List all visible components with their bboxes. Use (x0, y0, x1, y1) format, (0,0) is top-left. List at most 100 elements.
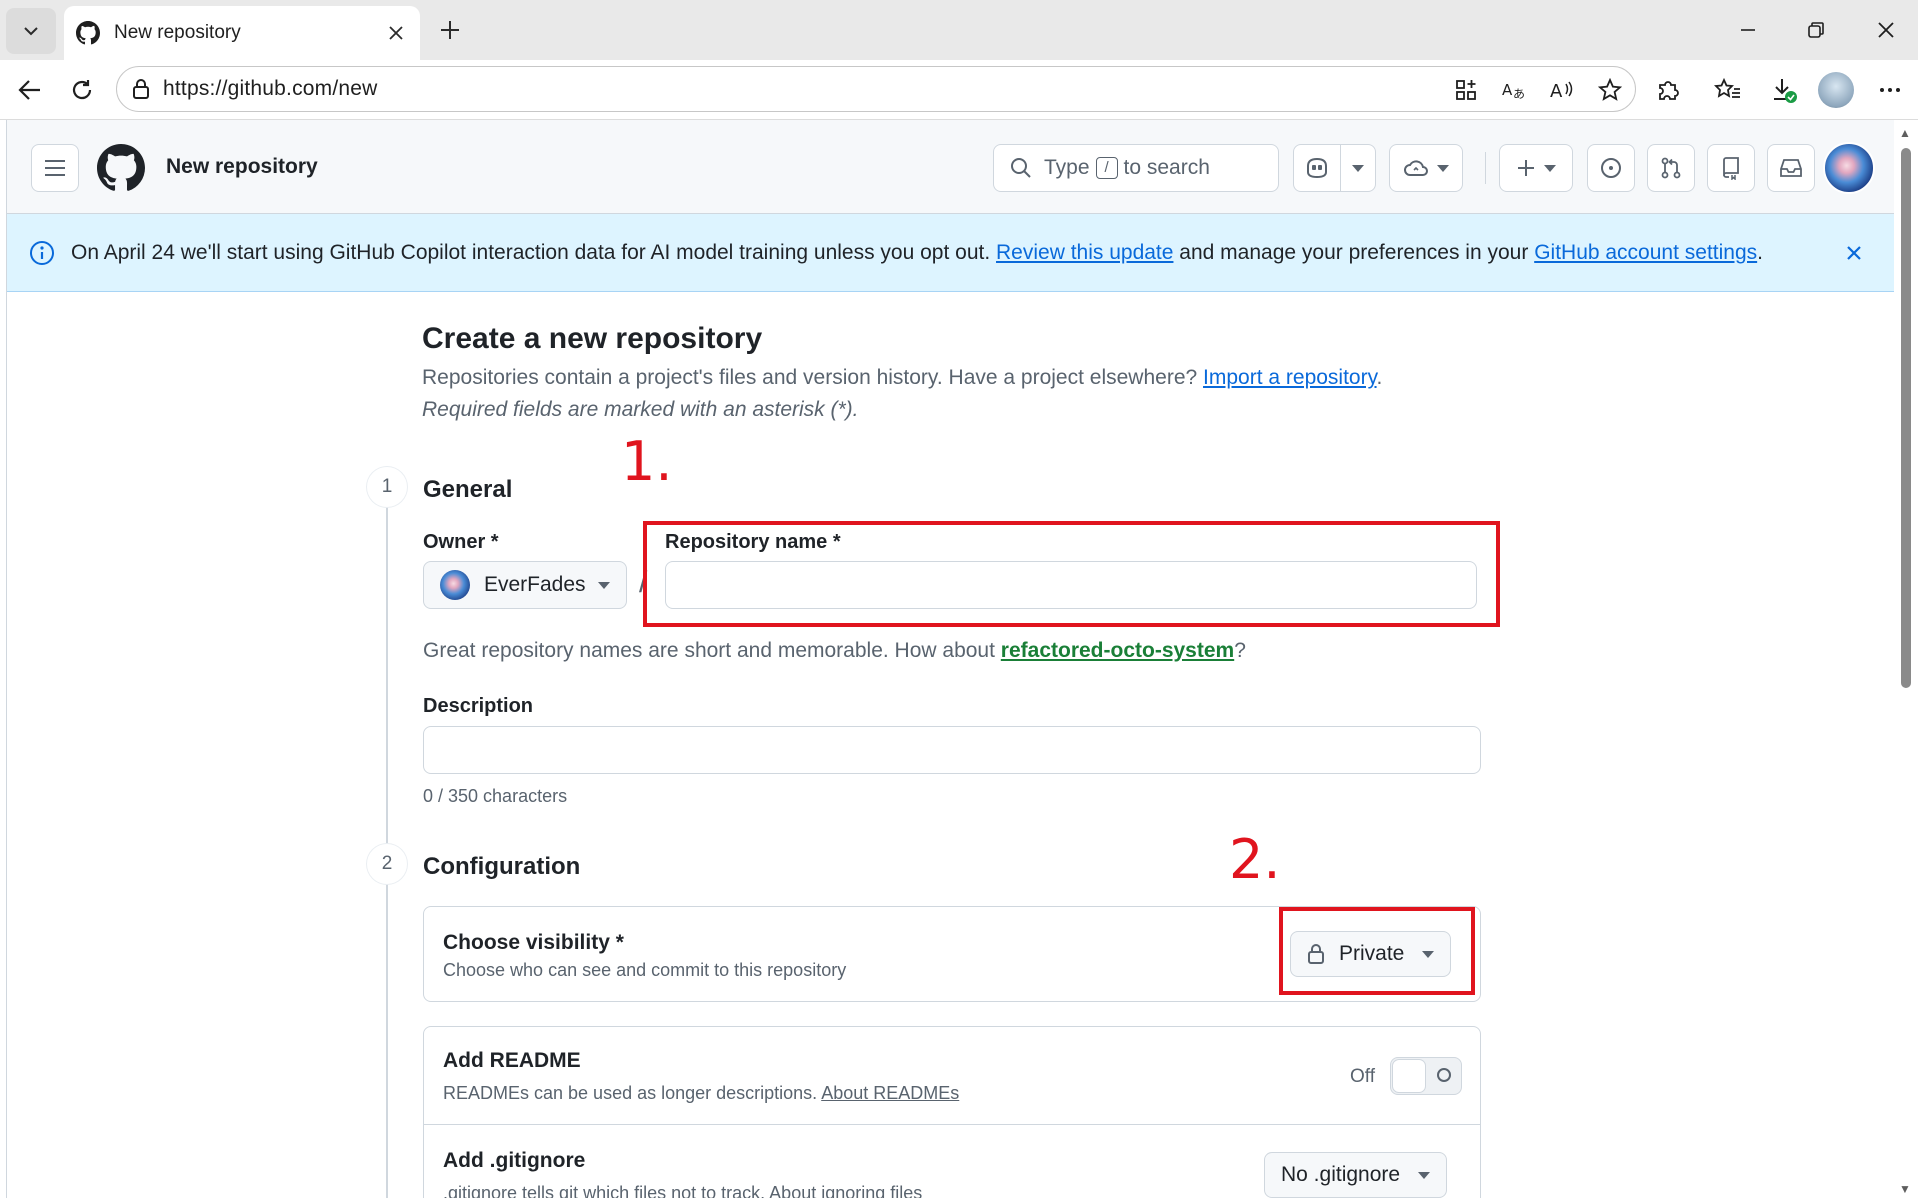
caret-down-icon (1437, 164, 1449, 172)
svg-text:A: A (1502, 81, 1513, 99)
options-panel: Add README READMEs can be used as longer… (423, 1026, 1481, 1198)
translate-icon[interactable]: Aあ (1497, 73, 1531, 107)
cloud-icon (1404, 160, 1428, 176)
scroll-down-arrow-icon[interactable]: ▼ (1899, 1182, 1911, 1196)
browser-tabstrip: New repository (0, 0, 1918, 60)
read-aloud-icon[interactable]: A (1545, 73, 1579, 107)
annotation-step-1: 1. (621, 430, 673, 493)
gitignore-select[interactable]: No .gitignore (1264, 1152, 1448, 1198)
annotation-step-2: 2. (1229, 828, 1281, 891)
readme-description: READMEs can be used as longer descriptio… (443, 1083, 959, 1104)
new-tab-button[interactable] (432, 12, 468, 48)
repositories-button[interactable] (1707, 144, 1755, 192)
issues-button[interactable] (1587, 144, 1635, 192)
name-suggestion-link[interactable]: refactored-octo-system (1001, 639, 1234, 662)
favorites-button[interactable] (1710, 72, 1746, 108)
favorite-star-icon[interactable] (1593, 73, 1627, 107)
about-ignoring-files-link[interactable]: About ignoring files (769, 1183, 922, 1198)
create-new-button[interactable] (1499, 144, 1573, 192)
banner-dismiss-button[interactable] (1841, 240, 1867, 266)
repo-icon (1723, 157, 1739, 180)
minimize-window-button[interactable] (1728, 10, 1768, 50)
download-icon (1774, 79, 1797, 103)
search-placeholder-pre: Type (1044, 156, 1090, 179)
scrollbar-thumb[interactable] (1901, 148, 1911, 688)
info-icon (30, 240, 54, 265)
plus-icon (1518, 160, 1534, 176)
step-2-badge: 2 (367, 844, 407, 884)
favorites-list-icon (1714, 77, 1740, 98)
description-char-count: 0 / 350 characters (423, 786, 568, 806)
owner-select[interactable]: EverFades (423, 561, 627, 609)
scroll-up-arrow-icon[interactable]: ▲ (1899, 126, 1911, 140)
repository-name-hint: Great repository names are short and mem… (423, 639, 1246, 663)
github-favicon-icon (76, 21, 100, 45)
github-logo-icon[interactable] (97, 144, 145, 192)
svg-text:A: A (1550, 81, 1563, 102)
search-shortcut-key: / (1095, 157, 1118, 179)
tab-actions-menu-button[interactable] (6, 8, 56, 54)
form-heading: Create a new repository (422, 322, 763, 355)
caret-down-icon (598, 581, 610, 589)
address-url[interactable]: https://github.com/new (163, 77, 378, 101)
inbox-icon (1780, 159, 1802, 177)
description-label: Description (423, 695, 534, 717)
codespaces-button[interactable] (1389, 144, 1463, 192)
profile-button[interactable] (1818, 72, 1854, 108)
lock-icon[interactable] (131, 78, 151, 100)
import-repository-link[interactable]: Import a repository (1203, 366, 1377, 389)
readme-row: Add README READMEs can be used as longer… (424, 1027, 1480, 1125)
minimize-icon (1741, 29, 1755, 31)
hamburger-icon (45, 160, 65, 176)
toggle-off-icon (1437, 1068, 1451, 1082)
description-input[interactable] (423, 726, 1481, 774)
subtitle-end: . (1376, 366, 1383, 389)
git-pull-request-icon (1661, 157, 1681, 179)
browser-toolbar: https://github.com/new Aあ A (0, 60, 1918, 120)
search-input[interactable]: Type / to search (993, 144, 1279, 192)
about-readmes-link[interactable]: About READMEs (821, 1083, 959, 1103)
copilot-button[interactable] (1293, 144, 1341, 192)
step-1-badge: 1 (367, 467, 407, 507)
visibility-title: Choose visibility * (443, 931, 624, 954)
owner-value: EverFades (484, 573, 586, 596)
gitignore-title: Add .gitignore (443, 1149, 586, 1172)
step-timeline (386, 470, 388, 1198)
visibility-description: Choose who can see and commit to this re… (443, 960, 847, 980)
app-available-icon[interactable] (1449, 73, 1483, 107)
address-bar[interactable]: https://github.com/new Aあ A (116, 66, 1636, 112)
readme-toggle[interactable] (1390, 1057, 1462, 1095)
tab-close-button[interactable] (384, 21, 408, 45)
close-window-button[interactable] (1866, 10, 1906, 50)
chevron-down-icon (24, 27, 38, 36)
gitignore-row: Add .gitignore .gitignore tells git whic… (424, 1125, 1480, 1198)
tab-title: New repository (114, 22, 241, 43)
user-avatar[interactable] (1823, 142, 1875, 194)
page-scrollbar[interactable]: ▲ ▼ (1896, 122, 1914, 1198)
account-settings-link[interactable]: GitHub account settings (1534, 241, 1757, 264)
github-header: New repository Type / to search (7, 120, 1894, 214)
restore-window-button[interactable] (1796, 10, 1836, 50)
banner-text: On April 24 we'll start using GitHub Cop… (71, 241, 1763, 265)
back-button[interactable] (12, 72, 48, 108)
global-nav-menu-button[interactable] (31, 144, 79, 192)
issue-opened-icon (1601, 158, 1621, 178)
downloads-button[interactable] (1766, 72, 1802, 108)
restore-icon (1808, 22, 1824, 38)
extensions-button[interactable] (1650, 72, 1686, 108)
copilot-menu-button[interactable] (1340, 144, 1376, 192)
banner-text-1: On April 24 we'll start using GitHub Cop… (71, 240, 991, 264)
pull-requests-button[interactable] (1647, 144, 1695, 192)
plus-icon (441, 21, 459, 39)
review-update-link[interactable]: Review this update (996, 241, 1173, 264)
svg-text:あ: あ (1513, 87, 1525, 101)
readme-toggle-state: Off (1350, 1066, 1375, 1087)
settings-more-button[interactable] (1872, 72, 1908, 108)
gitignore-description: .gitignore tells git which files not to … (443, 1183, 922, 1198)
gitignore-desc-text: .gitignore tells git which files not to … (443, 1183, 766, 1198)
reload-button[interactable] (64, 72, 100, 108)
inbox-button[interactable] (1767, 144, 1815, 192)
search-icon (1011, 158, 1031, 178)
browser-tab-active[interactable]: New repository (64, 6, 420, 60)
page-viewport: New repository Type / to search On April… (6, 120, 1894, 1198)
